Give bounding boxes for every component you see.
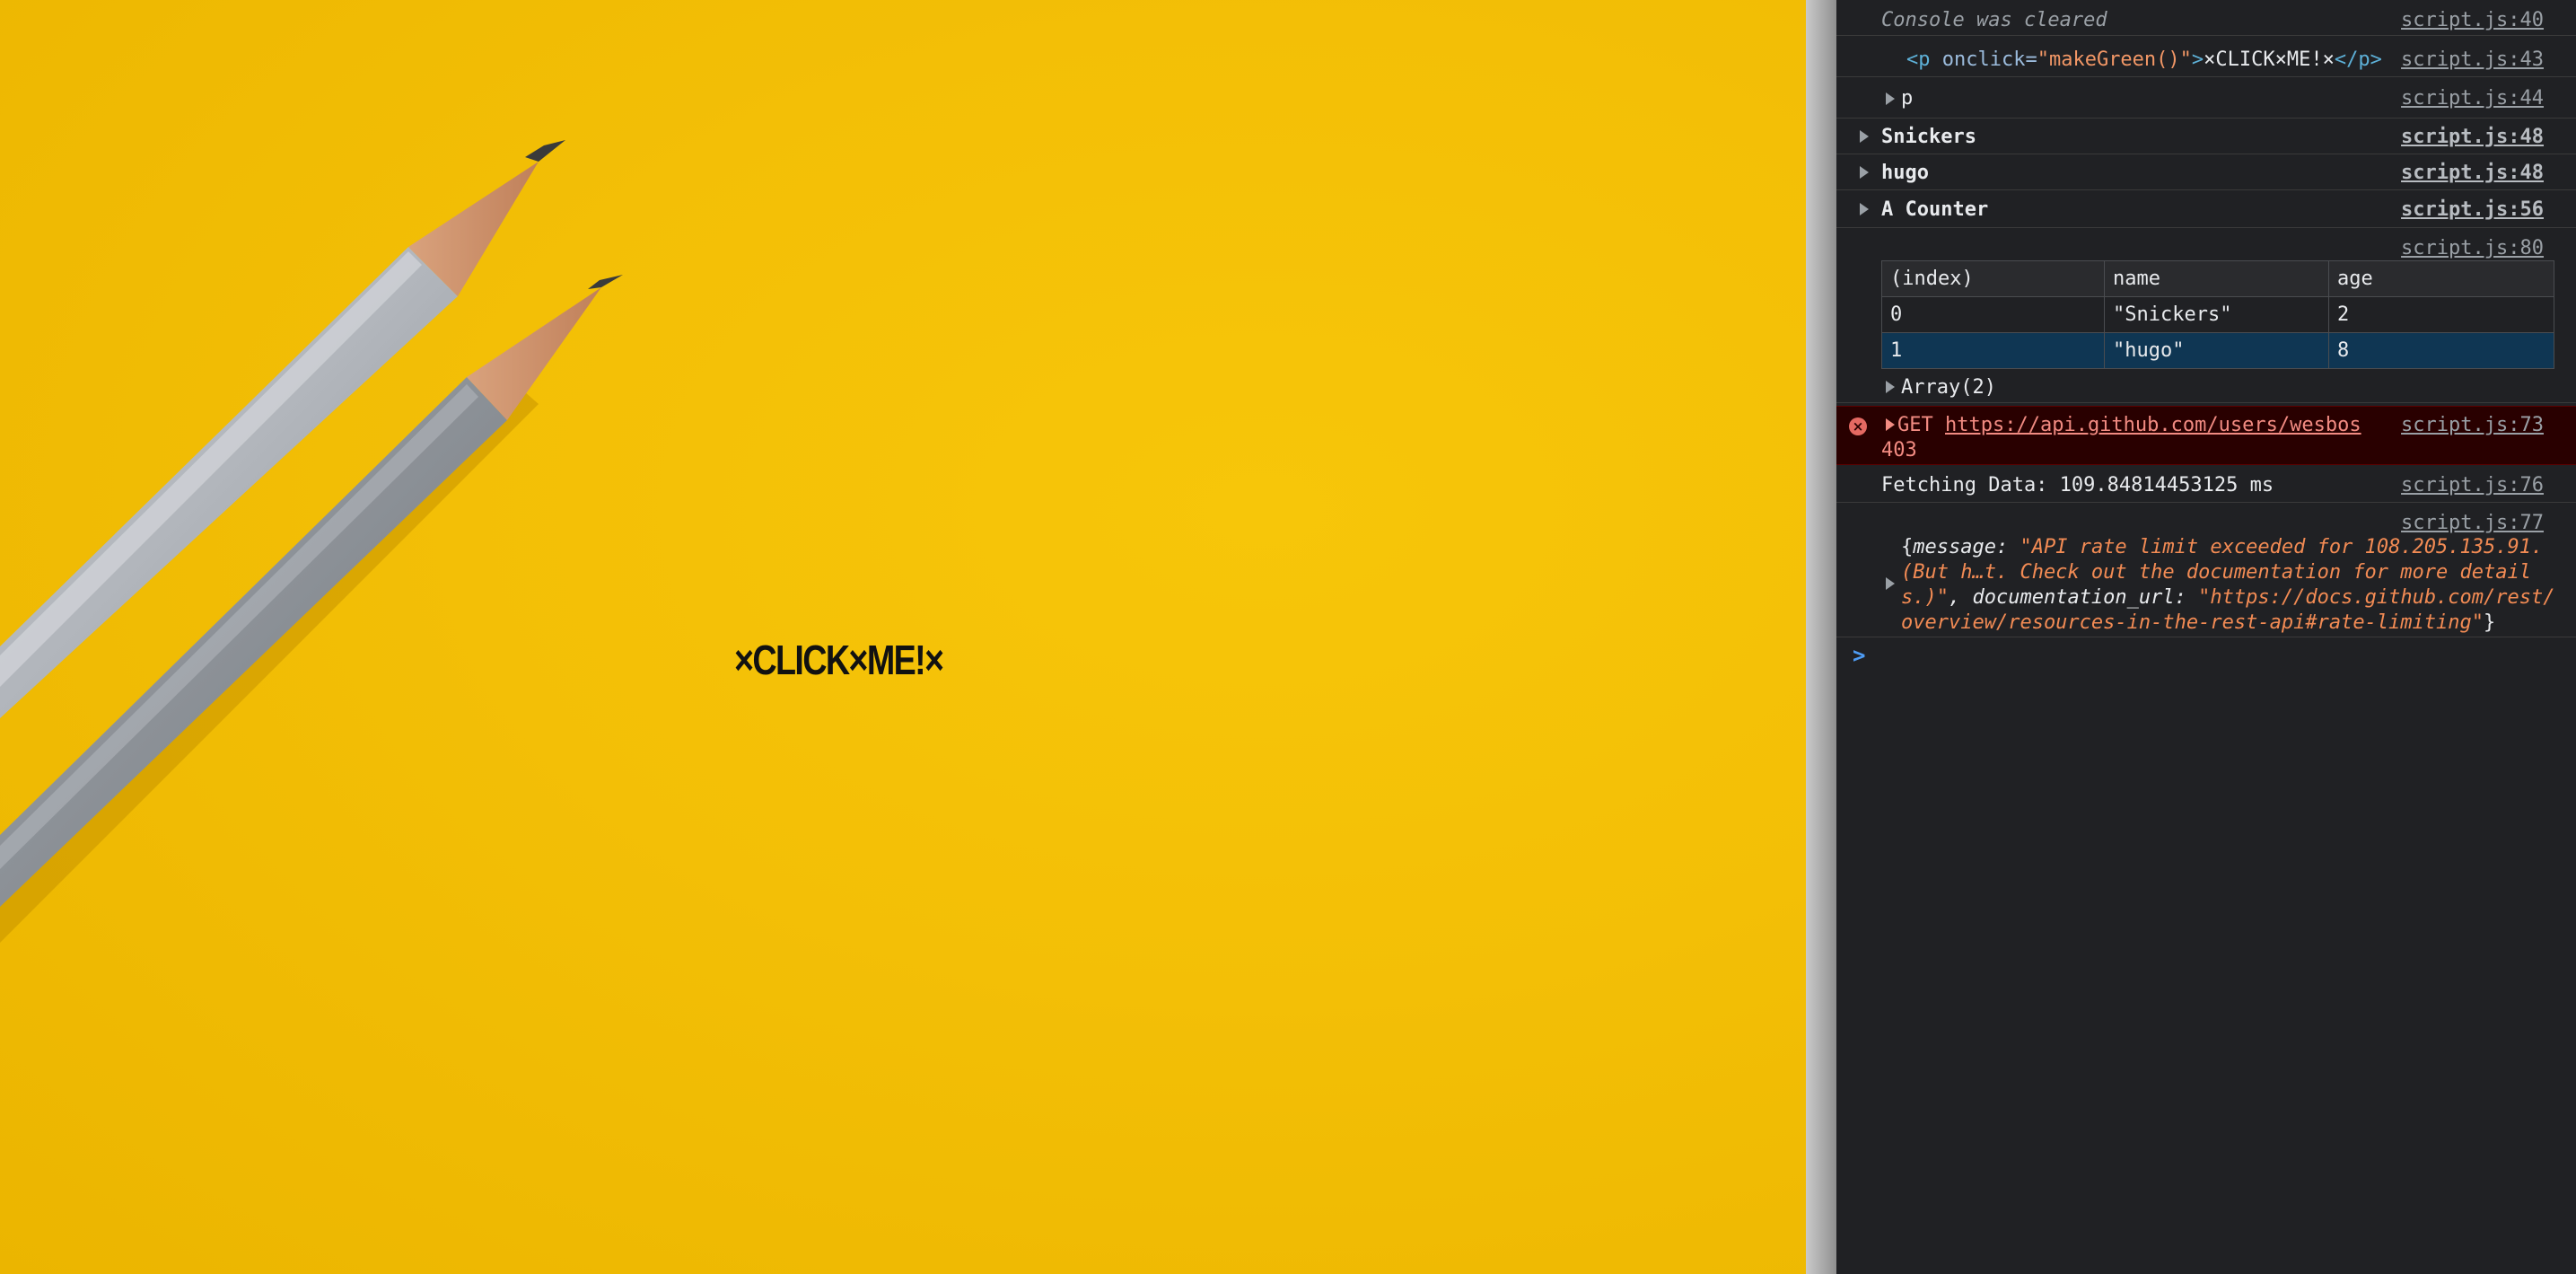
source-link[interactable]: script.js:48: [2401, 162, 2544, 184]
object-colon: :: [1995, 536, 2020, 558]
error-url-link[interactable]: https://api.github.com/users/wesbos: [1945, 414, 2361, 436]
expand-triangle-icon[interactable]: [1860, 130, 1869, 143]
attr-eq: =: [2025, 48, 2037, 71]
error-icon: ×: [1849, 417, 1867, 435]
error-status: 403: [1881, 439, 1917, 461]
console-row-cleared: Console was cleared script.js:40: [1836, 0, 2576, 36]
expand-triangle-icon[interactable]: [1860, 203, 1869, 215]
console-group-label: hugo: [1881, 162, 1929, 184]
expand-triangle-icon[interactable]: [1886, 92, 1895, 105]
tag-open: <p: [1906, 48, 1931, 71]
table-cell-name: "Snickers": [2104, 296, 2329, 333]
expand-triangle-icon[interactable]: [1886, 381, 1895, 393]
element-text: ×CLICK×ME!×: [2204, 48, 2335, 71]
object-value-doc-url-end: overview/resources-in-the-rest-api#rate-…: [1901, 611, 2484, 634]
object-brace-open: {: [1901, 536, 1914, 558]
table-cell-age: 2: [2328, 296, 2554, 333]
source-link[interactable]: script.js:77: [2401, 512, 2544, 534]
console-group-label: A Counter: [1881, 198, 1989, 221]
tag-close-start: >: [2191, 48, 2204, 71]
source-link[interactable]: script.js:40: [2401, 9, 2544, 31]
object-comma: ,: [1948, 586, 1973, 609]
console-row-counter[interactable]: A Counter script.js:56: [1836, 190, 2576, 228]
source-link[interactable]: script.js:48: [2401, 126, 2544, 148]
object-value-doc-url: "https://docs.github.com/rest/: [2198, 586, 2555, 609]
source-link[interactable]: script.js:44: [2401, 87, 2544, 110]
table-cell-index: 1: [1881, 332, 2105, 369]
devtools-resize-divider[interactable]: [1806, 0, 1836, 1274]
error-message: GET https://api.github.com/users/wesbos: [1897, 414, 2361, 436]
object-line-3: s.)", documentation_url: "https://docs.g…: [1901, 585, 2555, 611]
object-value-message-end: s.)": [1901, 586, 1949, 609]
page-viewport: ×CLICK×ME!×: [0, 0, 1806, 1274]
source-link[interactable]: script.js:43: [2401, 48, 2544, 71]
console-message: Fetching Data: 109.84814453125 ms: [1881, 474, 2274, 496]
console-row-element[interactable]: <p onclick="makeGreen()">×CLICK×ME!×</p>…: [1836, 36, 2576, 77]
table-header-index[interactable]: (index): [1881, 260, 2105, 297]
expand-triangle-icon[interactable]: [1860, 166, 1869, 179]
tag-end: </p>: [2334, 48, 2382, 71]
devtools-console: Console was cleared script.js:40 <p oncl…: [1836, 0, 2576, 1274]
table-cell-age: 8: [2328, 332, 2554, 369]
console-message: Console was cleared: [1881, 9, 2107, 31]
pencils-image: [0, 140, 623, 943]
table-header-age[interactable]: age: [2328, 260, 2554, 297]
source-link[interactable]: script.js:56: [2401, 198, 2544, 221]
object-colon: :: [2174, 586, 2199, 609]
console-row-hugo[interactable]: hugo script.js:48: [1836, 154, 2576, 190]
table-row[interactable]: 0 "Snickers" 2: [1881, 296, 2554, 333]
attr-value: "makeGreen()": [2037, 48, 2192, 71]
table-row[interactable]: 1 "hugo" 8: [1881, 332, 2554, 369]
console-prompt-chevron-icon[interactable]: >: [1853, 643, 1865, 668]
table-cell-name: "hugo": [2104, 332, 2329, 369]
object-value-message: "API rate limit exceeded for 108.205.135…: [2020, 536, 2544, 558]
source-link[interactable]: script.js:73: [2401, 414, 2544, 436]
error-method: GET: [1897, 414, 1933, 436]
table-cell-index: 0: [1881, 296, 2105, 333]
console-row-timer: Fetching Data: 109.84814453125 ms script…: [1836, 465, 2576, 503]
console-row-snickers[interactable]: Snickers script.js:48: [1836, 119, 2576, 154]
console-message: Array(2): [1901, 376, 1996, 399]
object-key-doc-url: documentation_url: [1972, 586, 2175, 609]
console-table: (index) name age 0 "Snickers" 2 1 "hugo"…: [1881, 260, 2554, 369]
attr-name: onclick: [1941, 48, 2026, 71]
source-link[interactable]: script.js:80: [2401, 237, 2544, 259]
console-row-object[interactable]: script.js:77 {message: "API rate limit e…: [1836, 503, 2576, 637]
expand-triangle-icon[interactable]: [1886, 418, 1895, 431]
source-link[interactable]: script.js:76: [2401, 474, 2544, 496]
console-row-p-node[interactable]: p script.js:44: [1836, 77, 2576, 119]
object-line-2: (But h…t. Check out the documentation fo…: [1901, 561, 2531, 584]
object-line-4: overview/resources-in-the-rest-api#rate-…: [1901, 611, 2555, 636]
expand-triangle-icon[interactable]: [1886, 577, 1895, 590]
console-row-error[interactable]: × GET https://api.github.com/users/wesbo…: [1836, 406, 2576, 465]
console-input[interactable]: [1876, 639, 2558, 672]
table-header-name[interactable]: name: [2104, 260, 2329, 297]
console-group-label: Snickers: [1881, 126, 1976, 148]
table-header-row: (index) name age: [1881, 260, 2554, 297]
console-row-array[interactable]: Array(2): [1836, 370, 2576, 406]
click-me-paragraph[interactable]: ×CLICK×ME!×: [734, 636, 944, 684]
element-markup[interactable]: <p onclick="makeGreen()">×CLICK×ME!×</p>: [1906, 48, 2382, 71]
object-key-message: message: [1913, 536, 1996, 558]
object-preview[interactable]: {message: "API rate limit exceeded for 1…: [1901, 535, 2555, 636]
object-line-1: {message: "API rate limit exceeded for 1…: [1901, 535, 2555, 560]
console-message: p: [1901, 87, 1914, 110]
object-brace-close: }: [2484, 611, 2496, 634]
